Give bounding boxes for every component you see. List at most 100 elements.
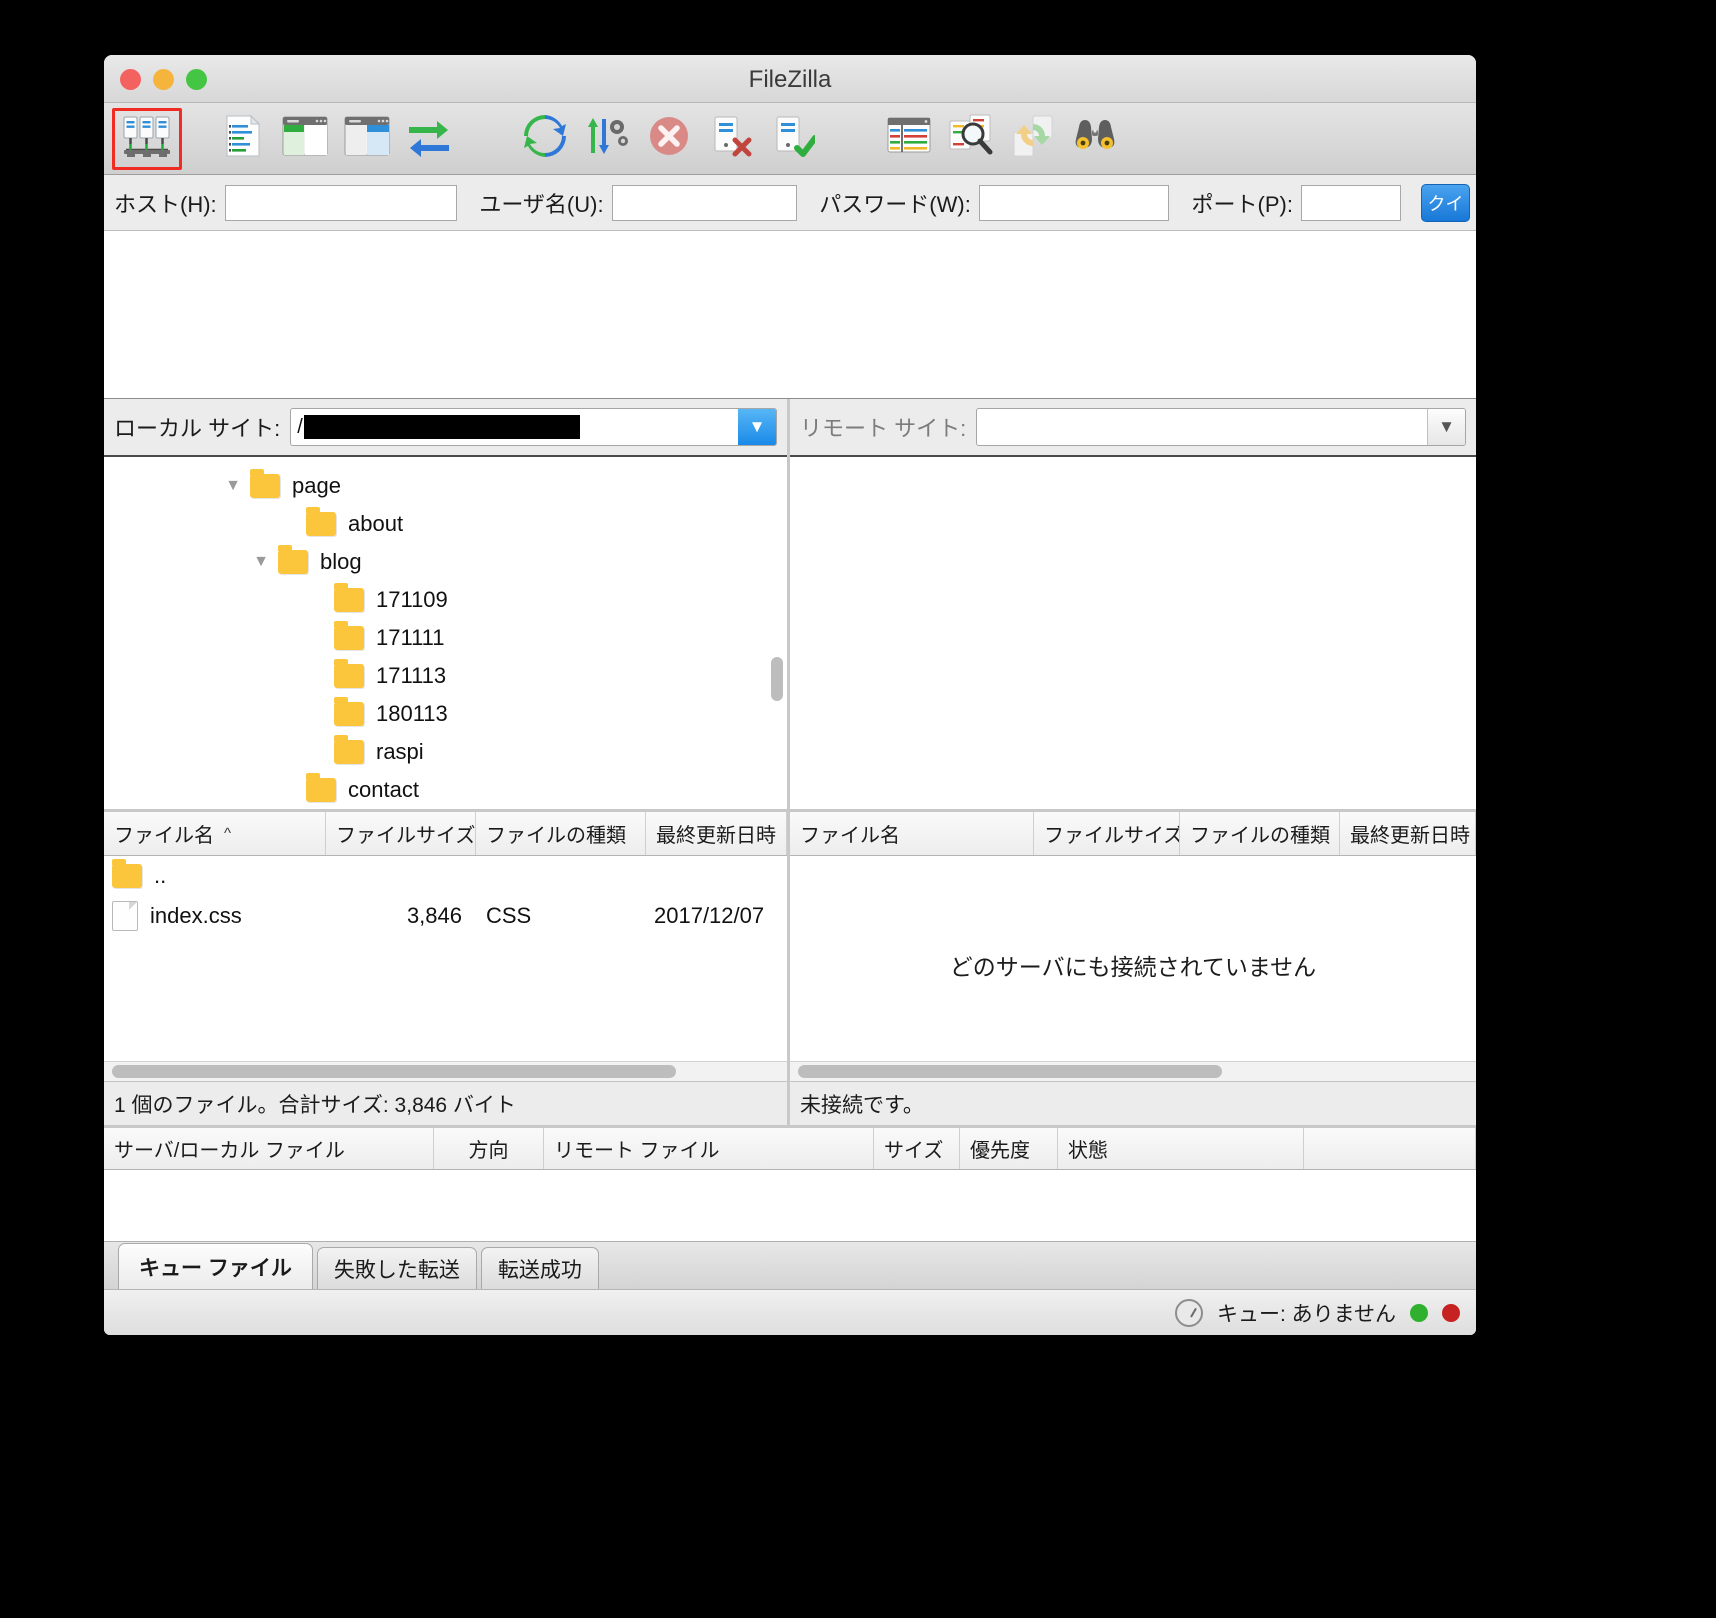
main-split: ローカル サイト: / ▼ ▼ page about ▼ blog 171109… (104, 399, 1476, 1125)
transfer-queue-header: サーバ/ローカル ファイル 方向 リモート ファイル サイズ 優先度 状態 (104, 1128, 1476, 1170)
twisty-expanded-icon[interactable]: ▼ (250, 551, 272, 573)
filezilla-window: FileZilla ホスト(H): ユーザ名(U): パスワード(W): ポート… (104, 55, 1476, 1335)
local-directory-tree[interactable]: ▼ page about ▼ blog 171109 171111 171113… (104, 455, 787, 809)
remote-file-list-body[interactable]: どのサーバにも接続されていません (790, 856, 1476, 1061)
reconnect-button[interactable] (762, 110, 824, 168)
twisty-placeholder-icon (306, 627, 328, 649)
synchronized-browsing-button[interactable] (1002, 110, 1064, 168)
column-header-lastmodified[interactable]: 最終更新日時 (1340, 812, 1476, 855)
sync-browsing-icon (1011, 114, 1055, 163)
cell-filename: .. (104, 859, 326, 889)
column-header-filesize[interactable]: ファイルサイズ (326, 812, 476, 855)
column-header-lastmodified[interactable]: 最終更新日時 (646, 812, 787, 855)
remote-site-bar: リモート サイト: ▼ (790, 399, 1476, 455)
tree-item[interactable]: ▼ page (104, 467, 787, 505)
column-header-filename[interactable]: ファイル名 (790, 812, 1034, 855)
toggle-transfer-queue-button[interactable] (398, 110, 460, 168)
table-row[interactable]: index.css 3,846 CSS 2017/12/07 (104, 896, 787, 936)
remote-empty-message: どのサーバにも接続されていません (949, 954, 1317, 980)
tree-item[interactable]: contact (104, 771, 787, 809)
tree-item-label: blog (320, 549, 362, 574)
password-input[interactable] (978, 184, 1169, 221)
site-manager-button[interactable] (112, 107, 182, 170)
local-pane: ローカル サイト: / ▼ ▼ page about ▼ blog 171109… (104, 399, 790, 1125)
local-site-combo[interactable]: / ▼ (290, 408, 777, 446)
remote-file-list-hscrollbar-thumb[interactable] (798, 1065, 1222, 1078)
folder-icon (306, 507, 336, 536)
chevron-down-icon[interactable]: ▼ (1427, 409, 1465, 445)
disconnect-icon (709, 114, 753, 163)
toggle-local-tree-button[interactable] (274, 110, 336, 168)
cell-lastmodified: 2017/12/07 (654, 903, 765, 928)
column-header-spacer (1304, 1128, 1476, 1169)
filter-button[interactable] (878, 110, 940, 168)
twisty-placeholder-icon (278, 779, 300, 801)
quickconnect-bar: ホスト(H): ユーザ名(U): パスワード(W): ポート(P): クイ (104, 175, 1476, 231)
local-file-list-hscrollbar[interactable] (104, 1061, 787, 1081)
column-header-filesize[interactable]: ファイルサイズ (1034, 812, 1180, 855)
twisty-placeholder-icon (278, 513, 300, 535)
host-input[interactable] (224, 184, 457, 221)
chevron-down-icon[interactable]: ▼ (738, 409, 776, 445)
toggle-remote-tree-button[interactable] (336, 110, 398, 168)
find-files-button[interactable] (1064, 110, 1126, 168)
tree-item[interactable]: 171113 (104, 657, 787, 695)
remote-directory-tree[interactable] (790, 455, 1476, 809)
directory-comparison-button[interactable] (940, 110, 1002, 168)
tree-item[interactable]: 180113 (104, 695, 787, 733)
tree-item-label: 171113 (376, 663, 447, 688)
tree-item-label: page (292, 473, 341, 498)
transfer-queue-body[interactable] (104, 1170, 1476, 1241)
quickconnect-button[interactable]: クイ (1420, 183, 1470, 222)
tree-item[interactable]: raspi (104, 733, 787, 771)
local-tree-scrollbar-thumb[interactable] (771, 657, 783, 701)
column-header-serverlocal-file[interactable]: サーバ/ローカル ファイル (104, 1128, 434, 1169)
tab-successful-transfers[interactable]: 転送成功 (480, 1247, 599, 1289)
local-file-list: ファイル名 ^ ファイルサイズ ファイルの種類 最終更新日時 .. index.… (104, 809, 787, 1081)
column-header-priority[interactable]: 優先度 (960, 1128, 1058, 1169)
twisty-expanded-icon[interactable]: ▼ (222, 475, 244, 497)
column-header-direction[interactable]: 方向 (434, 1128, 544, 1169)
folder-icon (306, 773, 336, 802)
remote-status-text: 未接続です。 (790, 1081, 1476, 1125)
binoculars-icon (1071, 116, 1119, 161)
table-row[interactable]: .. (104, 856, 787, 896)
column-header-filetype[interactable]: ファイルの種類 (476, 812, 646, 855)
tab-queued-files[interactable]: キュー ファイル (118, 1243, 313, 1289)
remote-tree-icon (344, 116, 390, 161)
transfer-arrows-icon (406, 115, 452, 162)
tab-failed-transfers[interactable]: 失敗した転送 (316, 1247, 477, 1289)
username-label: ユーザ名(U): (479, 191, 604, 217)
remote-pane: リモート サイト: ▼ ファイル名 ファイルサイズ ファイルの種類 最終更新日時… (790, 399, 1476, 1125)
twisty-placeholder-icon (306, 703, 328, 725)
local-file-list-body[interactable]: .. index.css 3,846 CSS 2017/12/07 (104, 856, 787, 1061)
toggle-message-log-button[interactable] (212, 110, 274, 168)
transfer-settings-button[interactable] (576, 110, 638, 168)
cancel-operation-button[interactable] (638, 110, 700, 168)
tree-item[interactable]: 171111 (104, 619, 787, 657)
username-input[interactable] (611, 184, 797, 221)
led-green-icon (1410, 1303, 1428, 1322)
column-header-filename[interactable]: ファイル名 ^ (104, 812, 326, 855)
twisty-placeholder-icon (306, 665, 328, 687)
folder-icon (112, 859, 142, 888)
disconnect-button[interactable] (700, 110, 762, 168)
port-input[interactable] (1300, 184, 1401, 221)
column-header-size[interactable]: サイズ (874, 1128, 960, 1169)
column-header-status[interactable]: 状態 (1058, 1128, 1304, 1169)
queue-status-text: キュー: ありません (1216, 1302, 1396, 1326)
window-title: FileZilla (748, 66, 832, 93)
tree-item[interactable]: about (104, 505, 787, 543)
local-file-list-hscrollbar-thumb[interactable] (112, 1065, 676, 1078)
remote-site-combo[interactable]: ▼ (976, 408, 1466, 446)
remote-file-list-hscrollbar[interactable] (790, 1061, 1476, 1081)
file-icon (112, 901, 138, 931)
refresh-button[interactable] (514, 110, 576, 168)
title-bar: FileZilla (104, 55, 1476, 103)
cell-filename-label: .. (154, 863, 167, 888)
column-header-filetype[interactable]: ファイルの種類 (1180, 812, 1340, 855)
cell-filesize: 3,846 (406, 903, 462, 928)
column-header-remote-file[interactable]: リモート ファイル (544, 1128, 874, 1169)
tree-item[interactable]: ▼ blog (104, 543, 787, 581)
tree-item[interactable]: 171109 (104, 581, 787, 619)
